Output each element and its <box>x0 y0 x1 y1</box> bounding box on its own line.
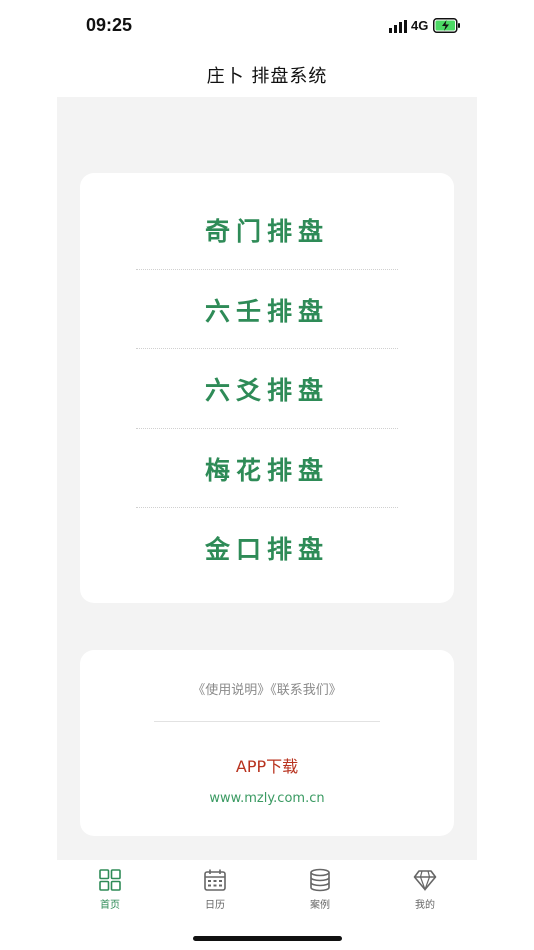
tab-cases-label: 案例 <box>310 900 330 911</box>
tab-calendar[interactable]: 日历 <box>175 868 255 912</box>
menu-item-liuyao[interactable]: 六爻排盘 <box>136 349 398 428</box>
doc-links: 《使用说明》《联系我们》 <box>80 679 454 698</box>
database-stack-icon <box>310 868 330 892</box>
tab-profile[interactable]: 我的 <box>385 868 465 912</box>
tab-calendar-label: 日历 <box>205 900 225 911</box>
page-title: 庄卜 排盘系统 <box>206 66 328 87</box>
tab-cases[interactable]: 案例 <box>280 868 360 912</box>
status-time: 09:25 <box>86 15 133 35</box>
calendar-icon <box>204 869 226 891</box>
website-link[interactable]: www.mzly.com.cn <box>80 791 454 806</box>
tab-home-label: 首页 <box>100 900 120 911</box>
grid-home-icon <box>99 869 121 891</box>
app-download-link[interactable]: APP下载 <box>80 753 454 777</box>
home-indicator <box>193 936 342 941</box>
diamond-icon <box>413 870 437 892</box>
menu-item-qimen[interactable]: 奇门排盘 <box>136 190 398 269</box>
info-divider <box>154 721 380 722</box>
status-bar: 09:25 4G <box>0 0 534 52</box>
usage-instructions-link[interactable]: 《使用说明》 <box>192 683 270 698</box>
info-card: 《使用说明》《联系我们》 APP下载 www.mzly.com.cn <box>80 650 454 836</box>
tab-home[interactable]: 首页 <box>70 868 150 912</box>
divination-menu-card: 奇门排盘 六壬排盘 六爻排盘 梅花排盘 金口排盘 <box>80 173 454 603</box>
battery-charging-icon <box>433 18 460 33</box>
network-label: 4G <box>411 18 429 33</box>
menu-item-liuren[interactable]: 六壬排盘 <box>136 270 398 349</box>
menu-item-meihua[interactable]: 梅花排盘 <box>136 429 398 508</box>
menu-item-jinkou[interactable]: 金口排盘 <box>136 508 398 587</box>
tab-profile-label: 我的 <box>415 900 435 911</box>
signal-icon <box>389 20 407 33</box>
contact-us-link[interactable]: 《联系我们》 <box>270 683 342 698</box>
